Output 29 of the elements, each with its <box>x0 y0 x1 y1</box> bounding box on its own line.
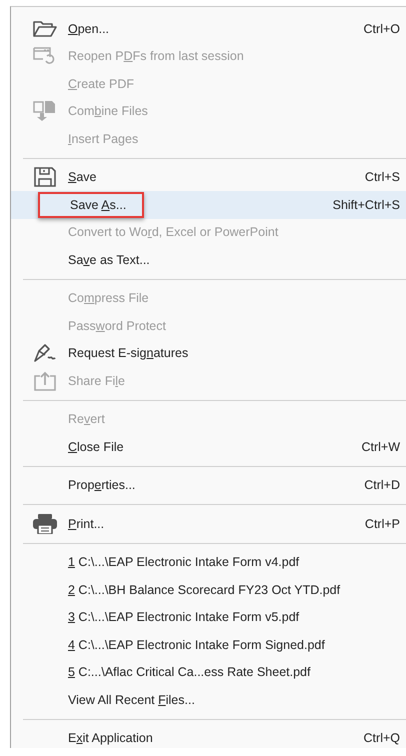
shortcut-text: Ctrl+P <box>364 516 400 531</box>
menu-item[interactable]: Save as Text... <box>11 246 406 274</box>
menu-item[interactable]: 3 C:\...\EAP Electronic Intake Form v5.pdf <box>11 604 406 631</box>
menu-item[interactable]: Close File Ctrl+W <box>11 433 406 460</box>
menu-item[interactable]: 5 C:...\Aflac Critical Ca...ess Rate Sheet.pdf <box>11 658 406 686</box>
menu-item[interactable]: Request E-signatures <box>11 340 406 367</box>
printer-icon <box>33 514 57 534</box>
folder-icon <box>33 20 57 38</box>
menu-item[interactable]: 1 C:\...\EAP Electronic Intake Form v4.pdf <box>11 548 406 576</box>
highlight-frame: Save As... <box>38 192 144 218</box>
combine-files-icon <box>33 101 57 122</box>
menu-item[interactable]: Save As... Shift+Ctrl+S <box>11 191 406 218</box>
pen-signature-icon <box>33 343 57 364</box>
shortcut-text: Ctrl+W <box>361 440 400 454</box>
shortcut-text: Ctrl+D <box>364 478 400 492</box>
menu-item[interactable]: 2 C:\...\BH Balance Scorecard FY23 Oct YTD.pdf <box>11 576 406 604</box>
menu-item[interactable]: Print... Ctrl+P <box>11 510 406 538</box>
menu-item[interactable]: 4 C:\...\EAP Electronic Intake Form Signed.pdf <box>11 631 406 658</box>
menu-item[interactable]: Save Ctrl+S <box>11 164 406 191</box>
window-refresh-icon <box>33 47 57 66</box>
menu-item[interactable]: Exit Application Ctrl+Q <box>11 724 406 752</box>
share-icon <box>34 370 56 391</box>
shortcut-text: Ctrl+Q <box>364 731 400 746</box>
menu-item[interactable]: Open... Ctrl+O <box>11 15 406 42</box>
shortcut-text: Ctrl+S <box>364 170 400 184</box>
menu-item[interactable]: View All Recent Files... <box>11 686 406 714</box>
shortcut-text: Shift+Ctrl+S <box>332 198 400 212</box>
menu-item[interactable]: Properties... Ctrl+D <box>11 472 406 499</box>
shortcut-text: Ctrl+O <box>364 22 400 36</box>
